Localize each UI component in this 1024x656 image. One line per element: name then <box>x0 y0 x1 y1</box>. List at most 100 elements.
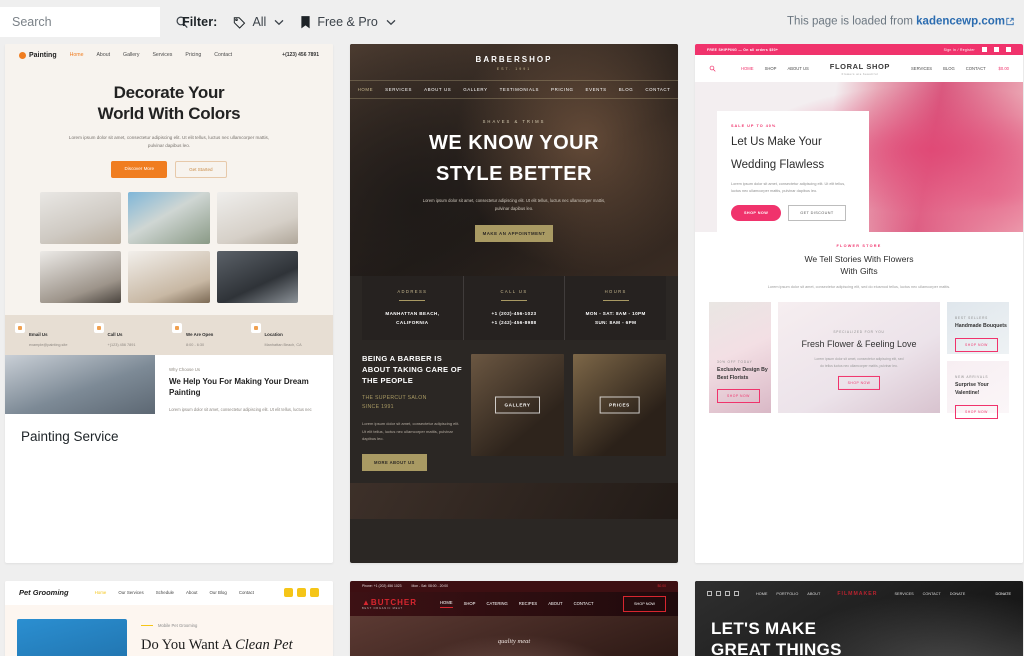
barber-prices-tile[interactable]: PRICES <box>573 354 666 457</box>
floral-nav-blog[interactable]: BLOG <box>943 66 955 71</box>
template-card-filmmaker[interactable]: HOME PORTFOLIO ABOUT FILMMAKER SERVICES … <box>695 580 1023 656</box>
template-card-pet-grooming[interactable]: Pet Grooming Home Our Services Schedule … <box>5 580 333 656</box>
floral-nav-about[interactable]: ABOUT US <box>787 66 808 71</box>
barber-nav-pricing[interactable]: PRICING <box>551 87 574 92</box>
filmmaker-donate-button[interactable]: DONATE <box>995 592 1011 596</box>
barber-about-section: BEING A BARBER IS ABOUT TAKING CARE OF T… <box>350 340 678 471</box>
painting-info-hours: We Are Open 8:00 - 6:30 <box>172 323 245 347</box>
floral-promo-card-4[interactable]: NEW ARRIVALS Surprise Your Valentine! SH… <box>947 361 1009 419</box>
filmmaker-nav-services[interactable]: SERVICES <box>895 592 914 596</box>
barber-nav-gallery[interactable]: GALLERY <box>463 87 487 92</box>
painting-nav-pricing[interactable]: Pricing <box>185 52 201 58</box>
painting-nav-about[interactable]: About <box>96 52 110 58</box>
butcher-navbar: ▲BUTCHER BEST ORGANIC MEAT HOME SHOP CAT… <box>350 591 678 616</box>
butcher-nav-about[interactable]: ABOUT <box>548 601 562 606</box>
butcher-nav-catering[interactable]: CATERING <box>486 601 507 606</box>
floral-search-icon[interactable] <box>709 65 716 73</box>
barber-nav-testimonials[interactable]: TESTIMONIALS <box>500 87 539 92</box>
butcher-hero: quality meat ENJOY THE HIGHEST QUALITY M… <box>350 615 678 656</box>
floral-shop-now-button[interactable]: SHOP NOW <box>731 205 782 222</box>
search-box[interactable] <box>0 7 188 37</box>
floral-nav-shop[interactable]: SHOP <box>765 66 777 71</box>
filter-plan-dropdown[interactable]: Free & Pro <box>300 15 396 29</box>
cart-icon[interactable]: $0.00 <box>999 66 1009 71</box>
barber-more-about-button[interactable]: MORE ABOUT US <box>362 453 427 471</box>
painting-nav-gallery[interactable]: Gallery <box>123 52 139 58</box>
template-card-barber-shop[interactable]: BARBERSHOP EST. 1991 HOME SERVICES ABOUT… <box>350 44 678 563</box>
floral-promo-card-2[interactable]: SPECIALIZED FOR YOU Fresh Flower & Feeli… <box>778 302 940 414</box>
floral-shop-now-3[interactable]: SHOP NOW <box>955 338 998 353</box>
pet-nav-services[interactable]: Our Services <box>118 590 143 595</box>
barber-hero: BARBERSHOP EST. 1991 HOME SERVICES ABOUT… <box>350 44 678 276</box>
painting-discover-more-button[interactable]: Discover More <box>111 161 168 179</box>
pet-nav-contact[interactable]: Contact <box>239 590 254 595</box>
template-preview-butcher: Phone: +1 (202) 456 1023 Mon - Sat: 08:0… <box>350 580 678 656</box>
kadence-link[interactable]: kadencewp.com <box>916 16 1005 28</box>
filmmaker-nav-portfolio[interactable]: PORTFOLIO <box>776 592 798 596</box>
pet-nav-schedule[interactable]: Schedule <box>156 590 174 595</box>
twitter-icon[interactable] <box>994 47 999 52</box>
facebook-icon[interactable] <box>707 591 712 597</box>
floral-promo-bar: FREE SHIPPING — On all orders $50+ Sign … <box>695 44 1023 55</box>
youtube-icon[interactable] <box>734 591 739 597</box>
barber-nav-services[interactable]: SERVICES <box>385 87 412 92</box>
pet-nav-blog[interactable]: Our Blog <box>209 590 226 595</box>
pet-nav-home[interactable]: Home <box>95 590 107 595</box>
twitter-icon[interactable] <box>716 591 721 597</box>
floral-shop-now-2[interactable]: SHOP NOW <box>837 376 881 391</box>
painting-phone: +(123) 456 7891 <box>282 52 319 58</box>
butcher-nav-recipes[interactable]: RECIPES <box>519 601 537 606</box>
pet-nav-about[interactable]: About <box>186 590 197 595</box>
filmmaker-nav-home[interactable]: HOME <box>756 592 767 596</box>
vimeo-icon[interactable] <box>725 591 730 597</box>
painting-nav-services[interactable]: Services <box>152 52 172 58</box>
butcher-nav-contact[interactable]: CONTACT <box>574 601 594 606</box>
cart-icon[interactable]: $0.00 <box>658 584 667 588</box>
barber-nav-about[interactable]: ABOUT US <box>424 87 451 92</box>
filmmaker-nav-about[interactable]: ABOUT <box>807 592 820 596</box>
floral-brand: FLORAL SHOP Flowers are beautiful <box>829 61 890 76</box>
butcher-shop-now-button[interactable]: SHOP NOW <box>622 595 666 612</box>
painting-nav-home[interactable]: Home <box>70 52 84 58</box>
floral-get-discount-button[interactable]: GET DISCOUNT <box>788 205 846 222</box>
painting-hero-buttons: Discover More Get Started <box>25 161 313 179</box>
floral-nav-home[interactable]: HOME <box>741 66 754 71</box>
template-card-painting-service[interactable]: Painting Home About Gallery Services Pri… <box>5 44 333 563</box>
floral-nav-services[interactable]: SERVICES <box>911 66 932 71</box>
barber-nav-events[interactable]: EVENTS <box>586 87 607 92</box>
instagram-icon[interactable] <box>310 588 319 598</box>
floral-nav-contact[interactable]: CONTACT <box>966 66 986 71</box>
template-card-butcher[interactable]: Phone: +1 (202) 456 1023 Mon - Sat: 08:0… <box>350 580 678 656</box>
floral-hero-kicker: SALE UP TO 40% <box>731 124 777 128</box>
barber-nav-contact[interactable]: CONTACT <box>645 87 670 92</box>
floral-shop-now-1[interactable]: SHOP NOW <box>717 389 760 404</box>
butcher-nav-shop[interactable]: SHOP <box>464 601 476 606</box>
floral-promo-card-3[interactable]: BEST SELLERS Handmade Bouquets SHOP NOW <box>947 302 1009 355</box>
barber-nav-blog[interactable]: BLOG <box>619 87 634 92</box>
painting-get-started-button[interactable]: Get Started <box>175 161 227 179</box>
facebook-icon[interactable] <box>284 588 293 598</box>
twitter-icon[interactable] <box>297 588 306 598</box>
floral-account-link[interactable]: Sign In / Register <box>944 48 975 52</box>
filmmaker-nav-donate[interactable]: DONATE <box>950 592 966 596</box>
floral-promo-card-1[interactable]: 30% OFF TODAY Exclusive Design By Best F… <box>709 302 771 414</box>
barber-appointment-button[interactable]: MAKE AN APPOINTMENT <box>475 224 553 242</box>
pet-kicker: Mobile Pet Grooming <box>141 623 321 628</box>
butcher-nav-home[interactable]: HOME <box>440 600 453 608</box>
search-input[interactable] <box>12 15 173 29</box>
painting-logo-text: Painting <box>29 51 57 59</box>
barber-nav-home[interactable]: HOME <box>358 87 374 92</box>
floral-shop-now-4[interactable]: SHOP NOW <box>955 404 998 419</box>
barber-gallery-tile[interactable]: GALLERY <box>471 354 564 457</box>
pet-hero-photo <box>17 618 127 656</box>
painting-nav-contact[interactable]: Contact <box>214 52 232 58</box>
template-preview-barber: BARBERSHOP EST. 1991 HOME SERVICES ABOUT… <box>350 44 678 563</box>
facebook-icon[interactable] <box>982 47 987 52</box>
instagram-icon[interactable] <box>1006 47 1011 52</box>
barber-subtext: Lorem ipsum dolor sit amet, consectetur … <box>422 197 606 211</box>
template-card-floral-shop[interactable]: FREE SHIPPING — On all orders $50+ Sign … <box>695 44 1023 563</box>
template-preview-pet-grooming: Pet Grooming Home Our Services Schedule … <box>5 580 333 656</box>
filter-category-dropdown[interactable]: All <box>233 15 284 29</box>
butcher-top-bar: Phone: +1 (202) 456 1023 Mon - Sat: 08:0… <box>350 580 678 592</box>
filmmaker-nav-contact[interactable]: CONTACT <box>923 592 941 596</box>
